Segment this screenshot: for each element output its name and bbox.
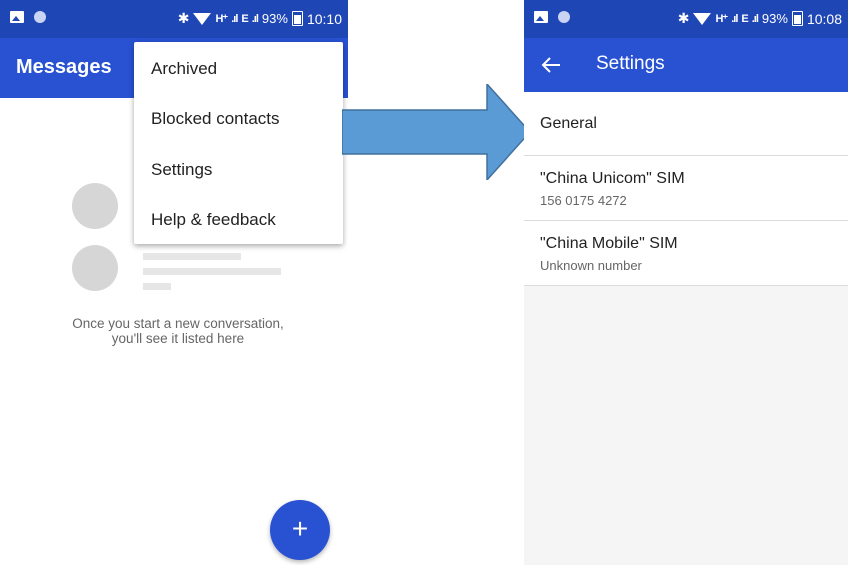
placeholder-line — [143, 253, 241, 260]
row-title: "China Unicom" SIM — [540, 170, 685, 187]
row-subtitle: Unknown number — [540, 258, 642, 273]
network-type-1: H⁺ — [215, 13, 228, 25]
row-title: "China Mobile" SIM — [540, 235, 678, 252]
status-bar: ✱ H⁺ .ıl E .ıl 93% 10:08 — [524, 0, 848, 38]
back-arrow-icon[interactable] — [540, 54, 562, 76]
signal-icon-2: .ıl — [251, 12, 259, 25]
image-notification-icon — [534, 11, 548, 23]
signal-icon: .ıl — [731, 12, 738, 25]
menu-item-help-feedback[interactable]: Help & feedback — [151, 210, 276, 230]
new-conversation-button[interactable]: + — [270, 500, 330, 560]
empty-state-text: Once you start a new conversation, you'l… — [72, 316, 284, 346]
page-title: Messages — [16, 56, 112, 78]
menu-item-settings[interactable]: Settings — [151, 160, 212, 180]
battery-percent: 93% — [761, 11, 788, 26]
wifi-icon — [693, 12, 712, 25]
menu-item-blocked-contacts[interactable]: Blocked contacts — [151, 109, 280, 129]
row-subtitle: 156 0175 4272 — [540, 193, 627, 208]
signal-icon: .ıl — [231, 12, 238, 25]
network-type-1: H⁺ — [715, 13, 728, 25]
placeholder-avatar — [72, 183, 118, 229]
transition-arrow — [342, 84, 532, 180]
placeholder-line — [143, 268, 281, 275]
page-title: Settings — [596, 53, 665, 74]
placeholder-avatar — [72, 245, 118, 291]
battery-icon — [791, 11, 803, 26]
battery-icon — [291, 11, 303, 26]
settings-screen: ✱ H⁺ .ıl E .ıl 93% 10:08 Settings Genera… — [524, 0, 848, 565]
image-notification-icon — [10, 11, 24, 23]
status-bar: ✱ H⁺ .ıl E .ıl 93% 10:10 — [0, 0, 348, 38]
network-type-2: E — [741, 12, 748, 25]
wifi-icon — [193, 12, 212, 25]
clock: 10:08 — [806, 10, 842, 27]
signal-icon-2: .ıl — [751, 12, 759, 25]
settings-row-sim-1[interactable]: "China Unicom" SIM 156 0175 4272 — [524, 156, 848, 221]
battery-percent: 93% — [261, 11, 288, 26]
clock: 10:10 — [306, 10, 342, 27]
settings-row-sim-2[interactable]: "China Mobile" SIM Unknown number — [524, 221, 848, 286]
overflow-menu: Archived Blocked contacts Settings Help … — [134, 42, 343, 244]
bluetooth-icon: ✱ — [177, 10, 190, 26]
notification-dot-icon — [34, 11, 46, 23]
settings-row-general[interactable]: General — [524, 92, 848, 156]
notification-dot-icon — [558, 11, 570, 23]
row-title: General — [540, 115, 597, 132]
settings-list: General "China Unicom" SIM 156 0175 4272… — [524, 92, 848, 286]
menu-item-archived[interactable]: Archived — [151, 59, 217, 79]
placeholder-line — [143, 283, 171, 290]
app-bar: Settings — [524, 38, 848, 92]
messages-screen: ✱ H⁺ .ıl E .ıl 93% 10:10 Messages Once y… — [0, 0, 348, 565]
bluetooth-icon: ✱ — [677, 10, 690, 26]
network-type-2: E — [241, 12, 248, 25]
